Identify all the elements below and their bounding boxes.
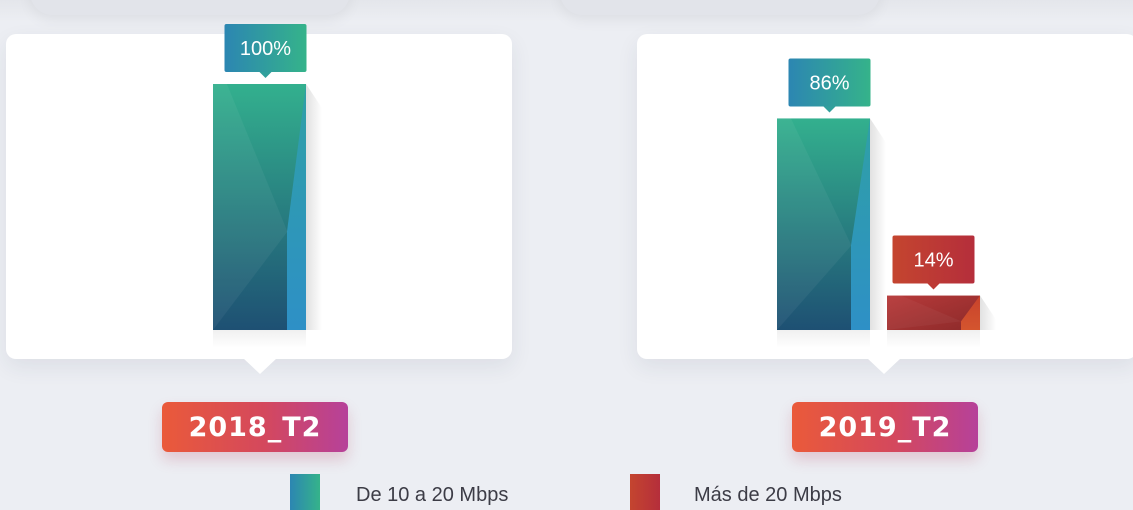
bar-reflection	[777, 330, 870, 348]
value-label-2018_t2-s0: 100%	[240, 38, 291, 60]
period-badge-2019: 2019_T2	[792, 402, 978, 452]
value-tag-pointer	[259, 72, 272, 78]
bar-shadow	[306, 84, 322, 330]
legend-swatch-over-20	[630, 474, 660, 510]
bar-shadow	[870, 118, 886, 330]
legend-label-10-20: De 10 a 20 Mbps	[356, 484, 509, 506]
legend-swatch-10-20	[290, 474, 320, 510]
bar-reflection	[887, 330, 980, 348]
legend-label-over-20: Más de 20 Mbps	[694, 484, 842, 506]
value-tag-pointer	[927, 283, 940, 290]
bar-shadow	[980, 295, 996, 330]
value-tag-pointer	[823, 106, 836, 113]
value-label-2019_t2-s1: 14%	[913, 250, 953, 272]
value-label-2019_t2-s0: 86%	[809, 72, 849, 94]
bar-reflection	[213, 330, 306, 348]
period-badge-2018: 2018_T2	[162, 402, 348, 452]
